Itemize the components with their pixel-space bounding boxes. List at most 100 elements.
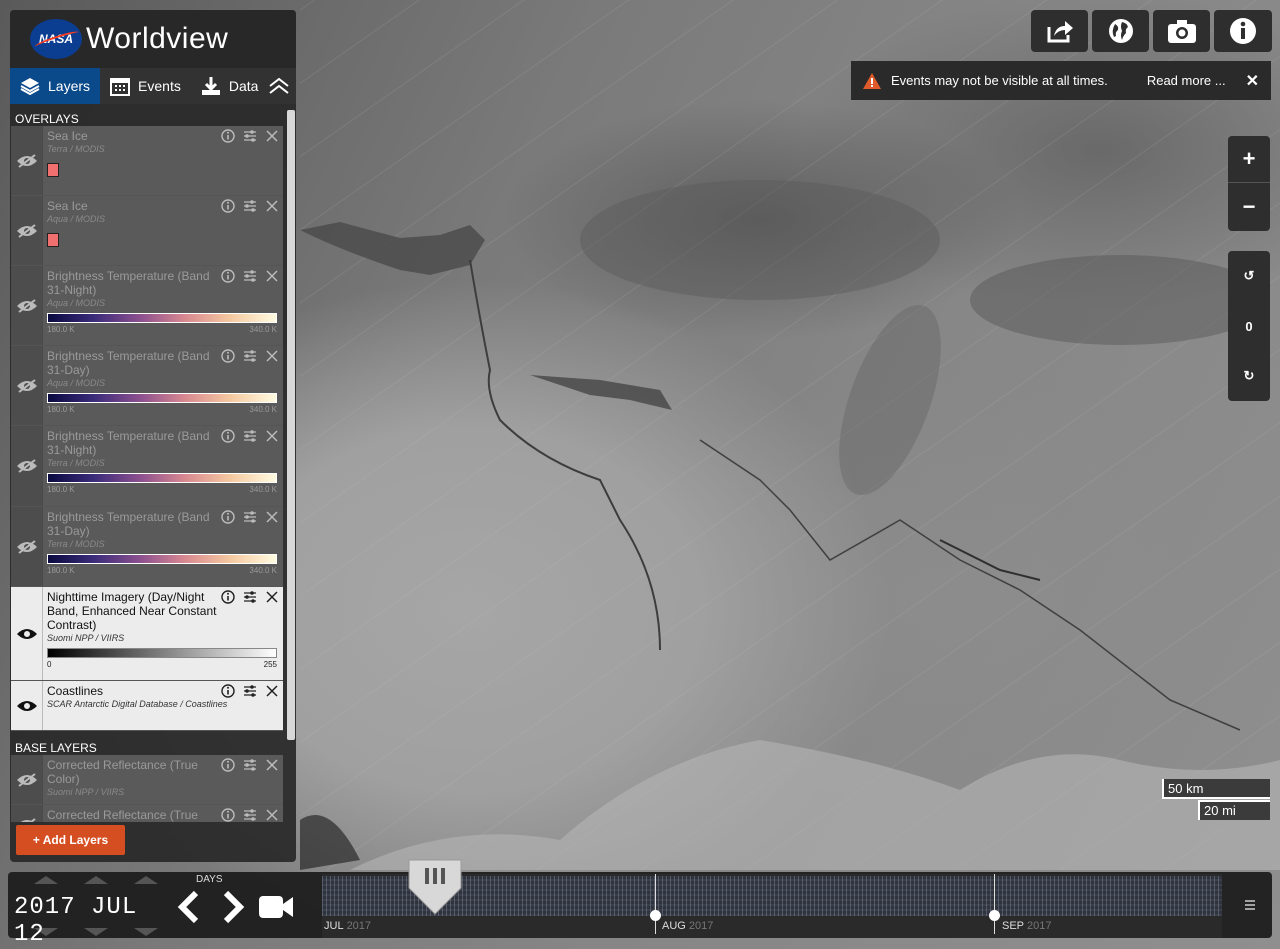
date-selector[interactable]: 2017 JUL 12 [8,872,172,948]
colorbar-max: 340.0 K [249,325,277,334]
zoom-in-button[interactable]: + [1228,136,1270,183]
layer-visibility-toggle[interactable] [11,681,43,730]
sliders-icon[interactable] [243,429,257,443]
layer-visibility-toggle[interactable] [11,126,43,195]
animation-button[interactable] [259,894,295,925]
tab-events[interactable]: Events [100,68,191,104]
info-icon[interactable] [221,684,235,698]
info-icon[interactable] [221,129,235,143]
info-icon[interactable] [221,349,235,363]
map-toolbar [1031,10,1272,52]
close-icon[interactable] [265,808,279,822]
tab-data[interactable]: Data [191,68,269,104]
info-icon[interactable] [221,199,235,213]
layer-row[interactable]: Nighttime Imagery (Day/Night Band, Enhan… [11,587,283,681]
info-icon[interactable] [221,758,235,772]
sliders-icon[interactable] [243,129,257,143]
sidebar-tabs: Layers Events Data [10,68,296,104]
add-layers-button[interactable]: + Add Layers [16,825,125,855]
share-button[interactable] [1031,10,1088,52]
chevron-right-icon[interactable] [220,890,246,924]
chevron-left-icon[interactable] [176,890,202,924]
layer-visibility-toggle[interactable] [11,805,43,822]
layer-visibility-toggle[interactable] [11,426,43,506]
scale-bar: 50 km 20 mi [1162,779,1270,821]
sliders-icon[interactable] [243,808,257,822]
overlays-heading: OVERLAYS [15,112,79,126]
layer-list-scrollbar[interactable] [287,110,295,740]
current-date[interactable]: 2017 JUL 12 [14,894,172,948]
rotate-cw-button[interactable]: ↻ [1228,351,1270,401]
zoom-out-button[interactable]: − [1228,183,1270,230]
layer-subtitle: Terra / MODIS [47,539,105,549]
scale-km: 50 km [1162,779,1270,799]
sliders-icon[interactable] [243,199,257,213]
close-icon[interactable] [265,684,279,698]
timeline-date-handle[interactable] [405,858,465,916]
colorbar-max: 340.0 K [249,485,277,494]
layer-visibility-toggle[interactable] [11,587,43,680]
info-icon[interactable] [221,590,235,604]
alert-read-more-link[interactable]: Read more ... [1147,73,1226,88]
tab-layers[interactable]: Layers [10,68,101,104]
colorbar-min: 180.0 K [47,405,75,414]
layer-row[interactable]: Brightness Temperature (Band 31-Night) Aq… [11,266,283,346]
eye-slash-icon [16,459,37,473]
layer-visibility-toggle[interactable] [11,196,43,265]
share-icon [1047,21,1073,43]
snapshot-button[interactable] [1153,10,1210,52]
info-button[interactable] [1214,10,1272,52]
sliders-icon[interactable] [243,269,257,283]
info-icon[interactable] [221,269,235,283]
sliders-icon[interactable] [243,684,257,698]
layer-visibility-toggle[interactable] [11,346,43,425]
sliders-icon[interactable] [243,510,257,524]
sliders-icon[interactable] [243,590,257,604]
sliders-icon[interactable] [243,349,257,363]
eye-icon [16,628,37,639]
month-tick [655,874,656,934]
month-marker [989,910,1000,921]
layer-row[interactable]: Sea Ice Aqua / MODIS [11,196,283,266]
eye-slash-icon [16,772,37,787]
close-icon[interactable] [265,349,279,363]
collapse-sidebar-button[interactable] [268,68,296,104]
close-icon[interactable] [265,199,279,213]
layer-row[interactable]: Coastlines SCAR Antarctic Digital Databas… [11,681,283,731]
layer-row[interactable]: Corrected Reflectance (True Color) Suomi … [11,755,283,805]
download-icon [201,77,220,95]
timeline-menu-button[interactable] [1230,872,1270,938]
layer-colorbar [47,393,277,403]
brand[interactable]: NASA Worldview [10,10,296,68]
close-icon[interactable] [265,429,279,443]
camera-icon [1167,20,1196,43]
layer-row[interactable]: Brightness Temperature (Band 31-Night) Te… [11,426,283,507]
rotation-reset-button[interactable]: 0 [1228,301,1270,351]
info-icon[interactable] [221,429,235,443]
close-icon[interactable] [265,129,279,143]
layer-row[interactable]: Corrected Reflectance (True [11,805,283,822]
close-icon[interactable] [265,758,279,772]
colorbar-min: 180.0 K [47,566,75,575]
sliders-icon[interactable] [243,758,257,772]
month-label-jul: JUL 2017 [324,920,372,932]
layer-subtitle: Suomi NPP / VIIRS [47,787,125,797]
layers-icon [20,78,40,96]
close-icon[interactable]: ✕ [1246,71,1259,91]
rotate-ccw-button[interactable]: ↺ [1228,251,1270,301]
layer-subtitle: Terra / MODIS [47,458,105,468]
info-icon[interactable] [221,510,235,524]
projection-button[interactable] [1092,10,1149,52]
layer-row[interactable]: Sea Ice Terra / MODIS [11,126,283,196]
interval-label[interactable]: DAYS [196,874,223,885]
layer-visibility-toggle[interactable] [11,755,43,804]
layer-row[interactable]: Brightness Temperature (Band 31-Day) Aqua… [11,346,283,426]
eye-slash-icon [16,378,37,393]
close-icon[interactable] [265,269,279,283]
info-icon[interactable] [221,808,235,822]
layer-visibility-toggle[interactable] [11,507,43,586]
layer-row[interactable]: Brightness Temperature (Band 31-Day) Terr… [11,507,283,587]
close-icon[interactable] [265,510,279,524]
close-icon[interactable] [265,590,279,604]
layer-visibility-toggle[interactable] [11,266,43,345]
